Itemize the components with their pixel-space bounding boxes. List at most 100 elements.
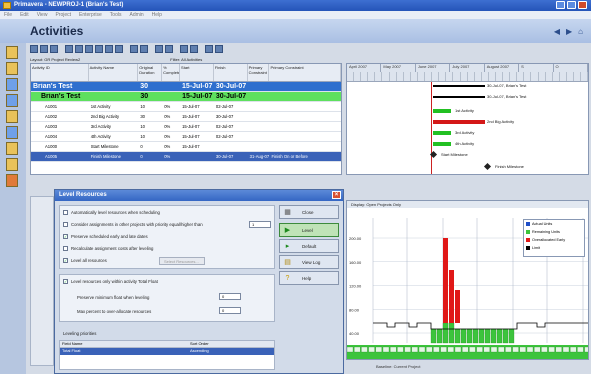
toolbar-details-icon[interactable] bbox=[85, 45, 93, 53]
gantt-chart[interactable]: April 2007 May 2007 June 2007 July 2007 … bbox=[346, 63, 589, 175]
toolbar-group-icon[interactable] bbox=[50, 45, 58, 53]
priority-col-field[interactable]: Field Name bbox=[60, 341, 190, 347]
gantt-summary-bar[interactable] bbox=[433, 85, 485, 87]
home-icon[interactable]: ⌂ bbox=[578, 27, 583, 36]
toolbar-schedule-icon[interactable] bbox=[180, 45, 188, 53]
toolbar-preview-icon[interactable] bbox=[140, 45, 148, 53]
menu-enterprise[interactable]: Enterprise bbox=[79, 12, 102, 19]
gantt-bar[interactable] bbox=[433, 142, 451, 146]
menu-view[interactable]: View bbox=[37, 12, 48, 19]
zoom-out-icon[interactable] bbox=[215, 45, 223, 53]
leveling-priorities-table: Field Name Sort Order Total Float Ascendin… bbox=[59, 340, 275, 370]
tracking-icon[interactable] bbox=[6, 110, 18, 123]
table-row[interactable]: A1004 4th Activity 10 0% 15-Jul-07 02-Jul-07 bbox=[31, 132, 341, 142]
table-row[interactable]: A1003 3rd Activity 10 0% 15-Jul-07 02-Jul-07 bbox=[31, 122, 341, 132]
table-row[interactable]: Total Float Ascending bbox=[60, 348, 274, 355]
toolbar-columns-icon[interactable] bbox=[65, 45, 73, 53]
select-resources-button[interactable]: Select Resources... bbox=[159, 257, 205, 265]
toolbar-sort-icon[interactable] bbox=[165, 45, 173, 53]
toolbar-layout-icon[interactable] bbox=[30, 45, 38, 53]
resources-icon[interactable] bbox=[6, 78, 18, 91]
menu-admin[interactable]: Admin bbox=[129, 12, 143, 19]
priority-stepper[interactable]: 1 bbox=[249, 221, 271, 228]
preserve-dates-checkbox[interactable]: ✓ bbox=[63, 234, 68, 239]
reports-icon[interactable] bbox=[6, 94, 18, 107]
recalc-costs-checkbox[interactable] bbox=[63, 246, 68, 251]
level-button[interactable]: ▶ Level bbox=[279, 223, 339, 237]
week-cell bbox=[461, 72, 468, 81]
gantt-summary-bar[interactable] bbox=[433, 96, 485, 98]
total-float-checkbox[interactable]: ✓ bbox=[63, 279, 68, 284]
zoom-in-icon[interactable] bbox=[205, 45, 213, 53]
col-primary-constraint[interactable]: Primary Constraint bbox=[248, 64, 270, 81]
level-all-checkbox[interactable]: ✓ bbox=[63, 258, 68, 263]
col-activity-name[interactable]: Activity Name bbox=[89, 64, 139, 81]
legend-swatch bbox=[526, 230, 530, 234]
toolbar-profile-icon[interactable] bbox=[105, 45, 113, 53]
toolbar-chart-icon[interactable] bbox=[95, 45, 103, 53]
assignments-icon[interactable] bbox=[6, 158, 18, 171]
maximize-icon[interactable] bbox=[567, 1, 576, 9]
col-activity-id[interactable]: Activity ID bbox=[31, 64, 89, 81]
table-cell: 0% bbox=[164, 144, 171, 149]
minimize-icon[interactable] bbox=[556, 1, 565, 9]
week-cell bbox=[354, 72, 362, 81]
table-row[interactable]: A1005 Finish Milestone 0 0% 30-Jul-07 31-Aug-… bbox=[31, 152, 341, 162]
table-row[interactable]: A1000 Start Milestone 0 0% 15-Jul-07 bbox=[31, 142, 341, 152]
menu-file[interactable]: File bbox=[4, 12, 12, 19]
table-row[interactable]: A1001 1st Activity 10 0% 15-Jul-07 02-Jul-07 bbox=[31, 102, 341, 112]
preserve-float-input[interactable]: 0 bbox=[219, 293, 241, 300]
toolbar-level-icon[interactable] bbox=[190, 45, 198, 53]
priority-col-sort[interactable]: Sort Order bbox=[190, 341, 209, 347]
toolbar-print-icon[interactable] bbox=[130, 45, 138, 53]
gantt-bar[interactable] bbox=[433, 131, 451, 135]
histogram-display[interactable]: Display: Open Projects Only bbox=[347, 201, 588, 208]
milestone-icon[interactable] bbox=[483, 162, 492, 171]
timescale-cell bbox=[368, 346, 375, 353]
gantt-bar[interactable] bbox=[433, 120, 485, 124]
view-log-button[interactable]: ▤ View Log bbox=[279, 255, 339, 269]
table-row[interactable]: Brian's Test 30 15-Jul-07 30-Jul-07 bbox=[31, 92, 341, 102]
consider-assignments-checkbox[interactable] bbox=[63, 222, 68, 227]
back-icon[interactable]: ◀ bbox=[554, 27, 560, 36]
legend-label: Overallocated Early bbox=[532, 238, 566, 242]
remaining-units-bar bbox=[502, 328, 509, 344]
col-start[interactable]: Start bbox=[180, 64, 214, 81]
col-finish[interactable]: Finish bbox=[214, 64, 248, 81]
toolbar-filter-icon[interactable] bbox=[40, 45, 48, 53]
y-tick-label: 120.00 bbox=[349, 284, 362, 289]
default-button[interactable]: ▸ Default bbox=[279, 239, 339, 253]
close-icon[interactable] bbox=[578, 1, 587, 9]
table-cell: 02-Jul-07 bbox=[215, 104, 234, 109]
forward-icon[interactable]: ▶ bbox=[566, 27, 572, 36]
wbs-icon[interactable] bbox=[6, 126, 18, 139]
help-button[interactable]: ? Help bbox=[279, 271, 339, 285]
table-row[interactable]: A1002 2nd Big Activity 30 0% 15-Jul-07 30-Jul… bbox=[31, 112, 341, 122]
menu-help[interactable]: Help bbox=[152, 12, 162, 19]
week-cell bbox=[432, 72, 440, 81]
table-row[interactable]: Brian's Test 30 15-Jul-07 30-Jul-07 bbox=[31, 82, 341, 92]
gantt-bar[interactable] bbox=[433, 109, 451, 113]
status-baseline: Baseline: Current Project bbox=[376, 364, 421, 369]
overalloc-stepper[interactable]: 0 bbox=[219, 307, 241, 314]
menu-edit[interactable]: Edit bbox=[20, 12, 29, 19]
eps-icon[interactable] bbox=[6, 62, 18, 75]
toolbar-filter2-icon[interactable] bbox=[155, 45, 163, 53]
auto-level-checkbox[interactable] bbox=[63, 210, 68, 215]
week-cell bbox=[489, 72, 496, 81]
table-cell: 30 bbox=[140, 83, 149, 90]
wps-icon[interactable] bbox=[6, 174, 18, 187]
col-percent-complete[interactable]: % Complete bbox=[162, 64, 181, 81]
close-button-icon: ▦ bbox=[284, 208, 291, 216]
activities-icon[interactable] bbox=[6, 142, 18, 155]
close-button[interactable]: ▦ Close bbox=[279, 205, 339, 219]
menu-tools[interactable]: Tools bbox=[110, 12, 122, 19]
toolbar-network-icon[interactable] bbox=[115, 45, 123, 53]
projects-icon[interactable] bbox=[6, 46, 18, 59]
col-original-duration[interactable]: Original Duration bbox=[138, 64, 163, 81]
dialog-close-icon[interactable]: × bbox=[332, 191, 341, 199]
toolbar-bars-icon[interactable] bbox=[75, 45, 83, 53]
week-cell bbox=[361, 72, 369, 81]
menu-project[interactable]: Project bbox=[55, 12, 71, 19]
col-primary-constraint-2[interactable]: Primary Constraint bbox=[269, 64, 341, 81]
